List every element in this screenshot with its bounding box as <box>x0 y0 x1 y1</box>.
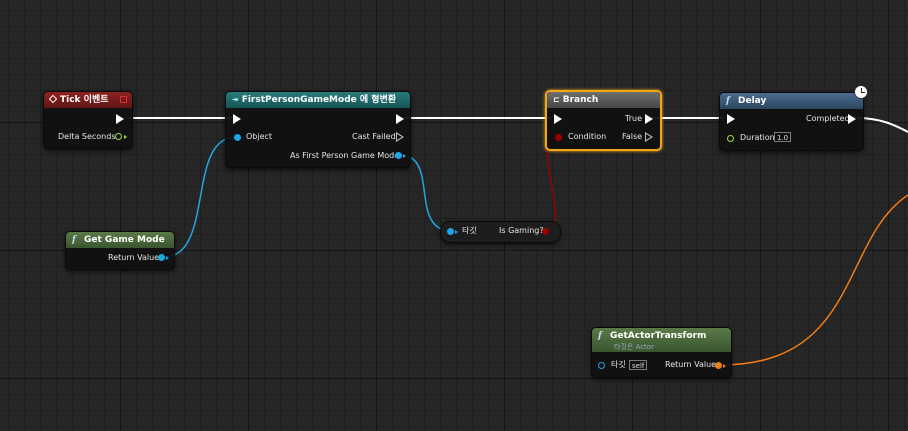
delay-completed-label: Completed <box>806 114 850 123</box>
delay-completed-exec-pin[interactable] <box>848 114 856 124</box>
wire-layer <box>128 117 908 366</box>
cast-to-gamemode-node[interactable]: ↠ FirstPersonGameMode 에 형변환 Object Cast F… <box>225 91 411 168</box>
cast-node-title: FirstPersonGameMode 에 형변환 <box>241 95 397 105</box>
pin-arrow-icon <box>403 154 406 158</box>
get-game-mode-node[interactable]: f Get Game Mode Return Value <box>65 231 175 270</box>
struct-wire-transform-return[interactable] <box>719 194 908 366</box>
is-gaming-output-pin[interactable] <box>542 228 549 235</box>
clock-icon <box>854 85 868 99</box>
get-actor-transform-node[interactable]: f GetActorTransform 타깃은 Actor 타깃 self Ret… <box>591 327 732 378</box>
delay-duration-input[interactable]: 1.0 <box>774 132 792 142</box>
pin-arrow-icon <box>455 230 458 234</box>
branch-node[interactable]: ⊏ Branch True Condition False <box>545 90 662 151</box>
branch-exec-in-pin[interactable] <box>554 114 562 124</box>
delay-node[interactable]: f Delay Completed Duration 1.0 <box>719 92 864 151</box>
event-diamond-icon <box>48 94 58 104</box>
transform-return-pin[interactable] <box>715 362 722 369</box>
branch-icon: ⊏ <box>553 95 560 104</box>
cast-failed-exec-pin[interactable] <box>396 132 404 142</box>
get-game-mode-return-pin[interactable] <box>158 254 165 261</box>
is-gaming-target-label: 타깃 <box>462 226 477 235</box>
get-actor-transform-subtitle: 타깃은 Actor <box>614 343 654 351</box>
branch-false-exec-pin[interactable] <box>645 132 653 142</box>
delay-duration-label: Duration <box>740 133 775 142</box>
function-icon: f <box>598 331 602 341</box>
is-gaming-label: Is Gaming? <box>499 226 544 235</box>
as-gamemode-pin[interactable] <box>395 152 402 159</box>
pin-arrow-icon <box>124 135 127 139</box>
branch-false-label: False <box>622 132 643 141</box>
tick-event-title: Tick 이벤트 <box>60 95 109 105</box>
is-gaming-target-pin[interactable] <box>447 228 454 235</box>
event-delegate-icon[interactable] <box>120 96 127 103</box>
get-actor-transform-header[interactable]: f GetActorTransform 타깃은 Actor <box>592 328 731 352</box>
cast-arrows-icon: ↠ <box>232 95 239 104</box>
pin-arrow-icon <box>166 256 169 260</box>
branch-true-label: True <box>625 114 642 123</box>
transform-target-pin[interactable] <box>598 362 605 369</box>
transform-target-value: self <box>629 360 648 370</box>
cast-object-pin[interactable] <box>234 134 241 141</box>
delay-node-header[interactable]: f Delay <box>720 93 863 109</box>
branch-node-header[interactable]: ⊏ Branch <box>547 92 660 108</box>
tick-exec-out-pin[interactable] <box>116 114 124 124</box>
delay-node-title: Delay <box>738 96 767 106</box>
function-icon: f <box>72 235 76 245</box>
pin-arrow-icon <box>723 364 726 368</box>
cast-exec-out-pin[interactable] <box>396 114 404 124</box>
branch-node-title: Branch <box>562 95 599 105</box>
get-game-mode-title: Get Game Mode <box>84 235 165 245</box>
get-game-mode-return-label: Return Value <box>108 253 160 262</box>
transform-target-label: 타깃 <box>611 360 626 369</box>
cast-object-label: Object <box>246 132 273 141</box>
get-game-mode-header[interactable]: f Get Game Mode <box>66 232 174 248</box>
bool-wire-isgaming-to-condition[interactable] <box>544 136 559 232</box>
cast-failed-label: Cast Failed <box>352 132 396 141</box>
delta-seconds-pin[interactable] <box>115 133 122 140</box>
delta-seconds-label: Delta Seconds <box>58 132 116 141</box>
transform-return-label: Return Value <box>665 360 717 369</box>
cast-exec-in-pin[interactable] <box>233 114 241 124</box>
exec-wire-delay-completed[interactable] <box>856 117 908 133</box>
delay-duration-pin[interactable] <box>727 135 734 142</box>
tick-event-node[interactable]: Tick 이벤트 Delta Seconds <box>43 91 133 149</box>
function-icon: f <box>726 96 730 106</box>
tick-event-header[interactable]: Tick 이벤트 <box>44 92 132 108</box>
branch-condition-label: Condition <box>568 132 607 141</box>
as-gamemode-label: As First Person Game Mode <box>290 151 400 160</box>
is-gaming-getter-node[interactable]: 타깃 Is Gaming? <box>440 221 561 243</box>
branch-condition-pin[interactable] <box>555 134 562 141</box>
branch-true-exec-pin[interactable] <box>645 114 653 124</box>
cast-node-header[interactable]: ↠ FirstPersonGameMode 에 형변환 <box>226 92 410 108</box>
delay-exec-in-pin[interactable] <box>727 114 735 124</box>
